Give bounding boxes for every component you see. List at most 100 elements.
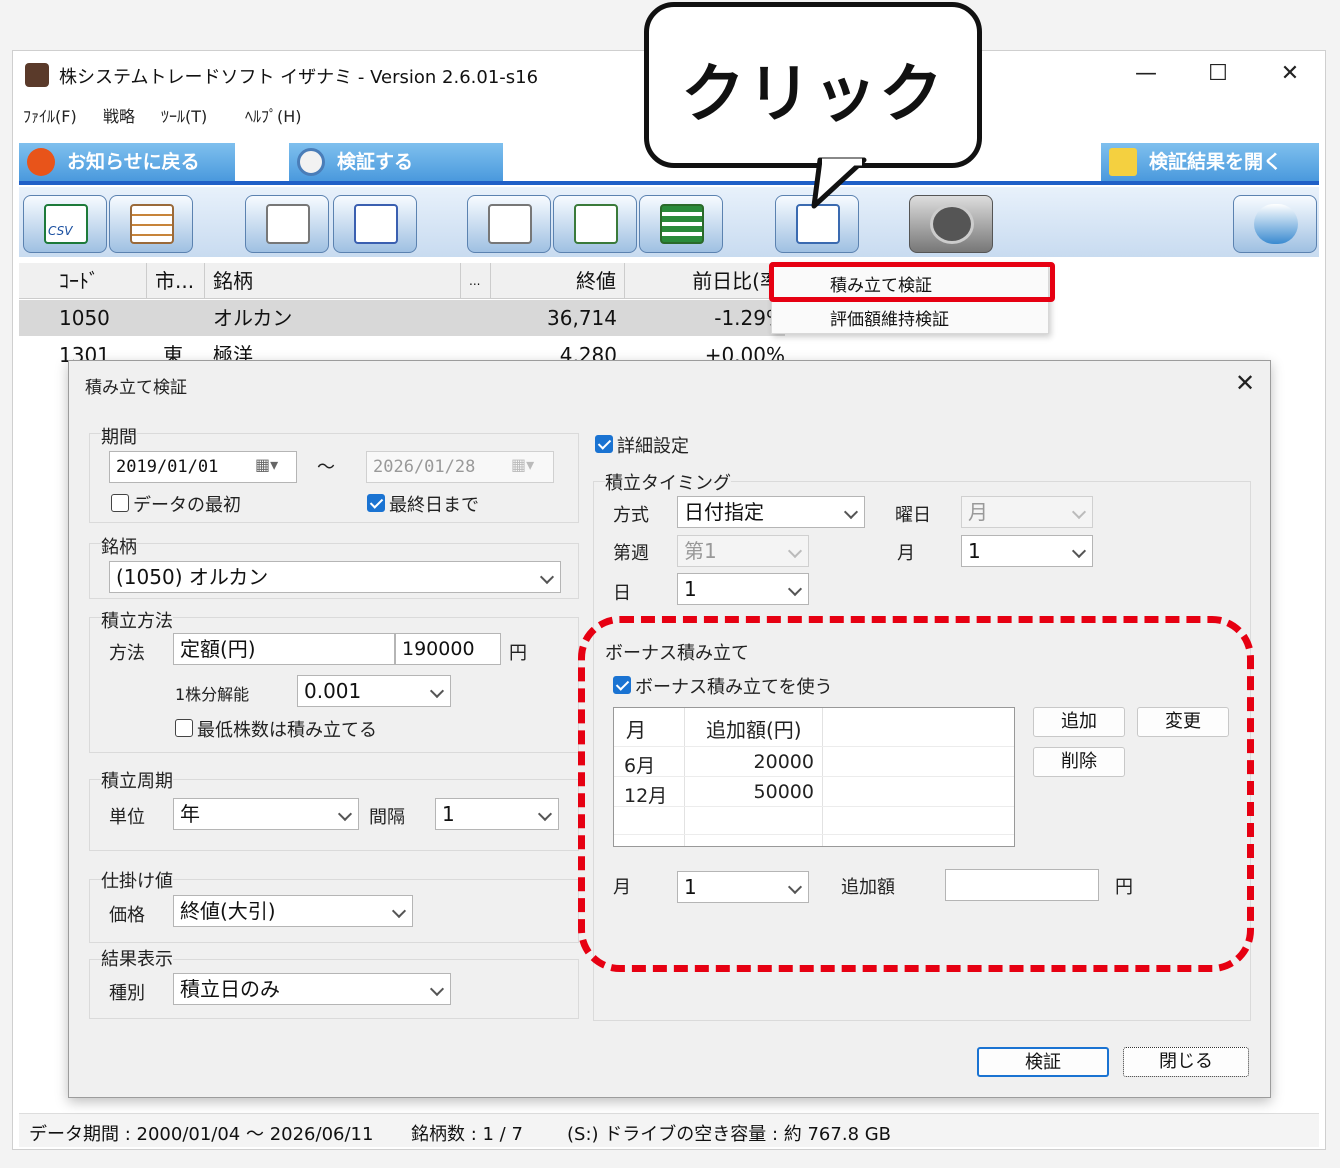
mode-select[interactable]: 日付指定 — [677, 496, 865, 528]
method-select[interactable]: 定額(円) — [173, 633, 395, 665]
result-group-label: 結果表示 — [101, 945, 173, 971]
table-edit-button[interactable] — [109, 195, 193, 253]
table-row[interactable]: 1050 オルカン 36,714 -1.29% — [19, 300, 785, 336]
timing-month-select[interactable]: 1 — [961, 535, 1093, 567]
magnifier-icon — [297, 148, 325, 176]
to-last-day-label: 最終日まで — [389, 495, 479, 516]
tab-open-results[interactable]: 検証結果を開く — [1101, 143, 1319, 181]
click-callout: クリック — [644, 2, 982, 168]
highlight-box — [769, 262, 1055, 302]
results-icon — [1109, 148, 1137, 176]
status-bar: データ期間 : 2000/01/04 〜 2026/06/11 銘柄数 : 1 … — [19, 1113, 1319, 1147]
cycle-label: 積立周期 — [101, 767, 173, 793]
mode-label: 方式 — [613, 505, 649, 526]
strategy-settings-button[interactable] — [333, 195, 417, 253]
maximize-button[interactable]: ☐ — [1193, 59, 1243, 89]
stock-select[interactable]: (1050) オルカン — [109, 561, 561, 593]
interval-select[interactable]: 1 — [435, 798, 559, 830]
min-shares-checkbox[interactable] — [175, 719, 193, 737]
callout-text: クリック — [681, 58, 945, 132]
column-header-market[interactable]: 市... — [147, 263, 205, 299]
status-drive-space: (S:) ドライブの空き容量 : 約 767.8 GB — [567, 1124, 892, 1145]
day-select[interactable]: 1 — [677, 573, 809, 605]
timing-month-label: 月 — [897, 543, 915, 564]
cell-close: 36,714 — [547, 306, 617, 330]
from-beginning-label: データの最初 — [133, 495, 241, 516]
price-label: 価格 — [109, 905, 145, 926]
surf-wave-icon — [1254, 204, 1298, 244]
close-button[interactable]: 閉じる — [1123, 1047, 1249, 1077]
tab-news[interactable]: お知らせに戻る — [19, 143, 235, 181]
column-header-change[interactable]: 前日比(率 — [625, 263, 785, 299]
eye-refresh-icon — [488, 204, 532, 244]
menu-item-value-maintain-verify[interactable]: 評価額維持検証 — [830, 305, 949, 330]
timing-label: 積立タイミング — [605, 469, 731, 495]
interval-label: 間隔 — [369, 807, 405, 828]
amount-field[interactable]: 190000 — [395, 633, 501, 665]
column-header-close[interactable]: 終値 — [491, 263, 625, 299]
week-label: 第週 — [613, 543, 649, 564]
weekday-select[interactable]: 月 — [961, 496, 1093, 528]
detail-settings-checkbox[interactable] — [595, 435, 613, 453]
verify-button[interactable]: 検証 — [977, 1047, 1109, 1077]
timer-button[interactable] — [909, 195, 993, 253]
price-group-label: 仕掛け値 — [101, 867, 173, 893]
kind-select[interactable]: 積立日のみ — [173, 973, 451, 1005]
accumulation-chart-icon — [796, 204, 840, 244]
menu-help[interactable]: ﾍﾙﾌﾟ(H) — [245, 103, 302, 127]
column-header-code[interactable]: ｺｰﾄﾞ — [19, 263, 147, 299]
app-icon — [25, 63, 49, 87]
clock-icon — [930, 204, 974, 244]
detail-settings-label: 詳細設定 — [617, 436, 689, 457]
refresh-view-button[interactable] — [467, 195, 551, 253]
cell-change: -1.29% — [714, 306, 785, 330]
menu-file[interactable]: ﾌｧｲﾙ(F) — [23, 103, 77, 127]
resolution-select[interactable]: 0.001 — [297, 675, 451, 707]
day-label: 日 — [613, 583, 631, 604]
info-icon — [27, 148, 55, 176]
callout-tail — [811, 157, 867, 209]
kind-label: 種別 — [109, 983, 145, 1004]
surf-button[interactable] — [1233, 195, 1317, 253]
weekday-label: 曜日 — [895, 505, 931, 526]
week-select[interactable]: 第1 — [677, 535, 809, 567]
period-tilde: 〜 — [317, 457, 335, 478]
column-header-more[interactable]: ... — [461, 263, 491, 299]
dialog-title: 積み立て検証 — [85, 378, 187, 398]
bonus-highlight-box — [578, 616, 1254, 972]
tab-verify[interactable]: 検証する — [289, 143, 503, 181]
calendar-icon[interactable]: ▦▾ — [255, 455, 278, 474]
excel-csv-icon: CSV — [44, 204, 88, 244]
stock-label: 銘柄 — [101, 533, 137, 559]
amount-yen-label: 円 — [509, 643, 527, 664]
cell-name: オルカン — [213, 306, 293, 330]
ranking-search-button[interactable] — [639, 195, 723, 253]
status-data-period: データ期間 : 2000/01/04 〜 2026/06/11 — [29, 1124, 374, 1145]
table-icon — [130, 204, 174, 244]
chart-search-button[interactable] — [553, 195, 637, 253]
calendar-icon-disabled: ▦▾ — [511, 455, 535, 474]
column-header-name[interactable]: 銘柄 — [205, 263, 461, 299]
bars-search-icon — [660, 204, 704, 244]
close-window-button[interactable]: ✕ — [1265, 59, 1315, 89]
min-shares-label: 最低株数は積み立てる — [197, 720, 377, 741]
menu-strategy[interactable]: 戦略 — [103, 103, 135, 127]
strategy-view-button[interactable] — [245, 195, 329, 253]
chart-search-icon — [574, 204, 618, 244]
unit-select[interactable]: 年 — [173, 798, 359, 830]
dialog-close-button[interactable]: ✕ — [1235, 369, 1255, 397]
unit-label: 単位 — [109, 807, 145, 828]
status-stock-count: 銘柄数 : 1 / 7 — [411, 1124, 523, 1145]
eye-gear-icon — [354, 204, 398, 244]
method-group-label: 積立方法 — [101, 607, 173, 633]
toolbar: CSV — [19, 187, 1319, 257]
menu-tools[interactable]: ﾂｰﾙ(T) — [161, 103, 207, 127]
eye-chart-icon — [266, 204, 310, 244]
minimize-button[interactable]: — — [1121, 59, 1171, 89]
method-label: 方法 — [109, 643, 145, 664]
cell-code: 1050 — [59, 306, 110, 330]
from-beginning-checkbox[interactable] — [111, 494, 129, 512]
to-last-day-checkbox[interactable] — [367, 494, 385, 512]
price-select[interactable]: 終値(大引) — [173, 895, 413, 927]
csv-export-button[interactable]: CSV — [23, 195, 107, 253]
